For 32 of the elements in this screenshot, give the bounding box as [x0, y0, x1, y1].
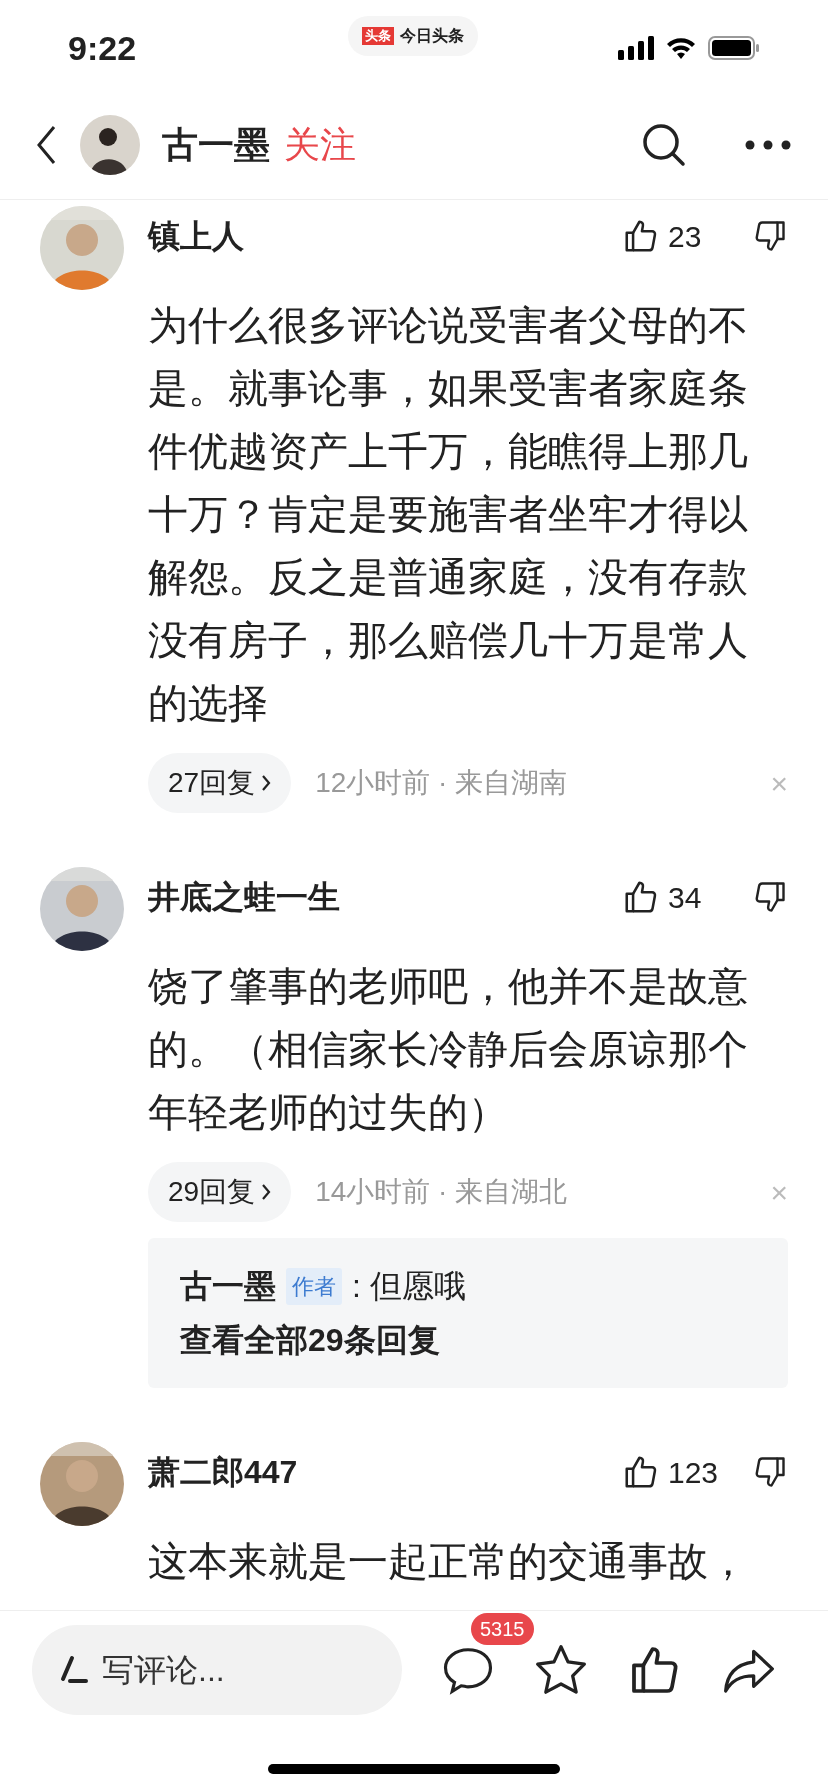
replies-button[interactable]: 29回复 [148, 1162, 292, 1222]
author-tag: 作者 [286, 1267, 342, 1305]
chevron-icon [261, 774, 272, 792]
pen-icon [58, 1655, 88, 1685]
like-count: 34 [668, 879, 703, 916]
comment-text: 这本来就是一起正常的交通事故， [148, 1538, 749, 1585]
reply-text: : 但愿哦 [352, 1267, 466, 1306]
chevron-icon [261, 1183, 272, 1201]
app-name: 今日头条 [400, 26, 464, 46]
comment-meta: 12小时前 · 来自湖南 [315, 766, 568, 800]
app-logo: 头条 [362, 27, 394, 45]
like-count: 123 [668, 1454, 720, 1491]
battery-icon [708, 36, 760, 60]
reply-author[interactable]: 古一墨 [180, 1262, 276, 1310]
status-time: 9:22 [68, 27, 137, 69]
replies-button[interactable]: 27回复 [148, 753, 292, 813]
wifi-icon [666, 37, 696, 59]
follow-button[interactable]: 关注 [284, 117, 356, 172]
comment-text: 为什么很多评论说受害者父母的不是。就事论事，如果受害者家庭条件优越资产上千万，能瞧得上那几十万？肯定是要施害者坐牢才得以解怨。反之是普通家庭，没有存款没有房子，那么赔偿几十万是常人的选择 [148, 302, 749, 727]
back-icon[interactable] [36, 124, 56, 165]
username[interactable]: 镇上人 [148, 212, 244, 260]
like-count: 23 [668, 218, 703, 255]
comment-meta: 14小时前 · 来自湖北 [315, 1175, 568, 1209]
comment-text: 饶了肇事的老师吧，他并不是故意的。（相信家长冷静后会原谅那个年轻老师的过失的） [148, 963, 749, 1136]
comment-input[interactable]: 写评论... [32, 1625, 402, 1715]
username[interactable]: 井底之蛙一生 [148, 873, 340, 921]
author-name: 古一墨 [162, 122, 270, 167]
more-icon[interactable] [744, 138, 792, 151]
username[interactable]: 萧二郎447 [148, 1448, 298, 1496]
view-all-replies-link[interactable]: 查看全部29条回复 [180, 1316, 756, 1364]
signal-icon [618, 36, 654, 60]
comment-count-badge: 5315 [471, 1613, 534, 1645]
